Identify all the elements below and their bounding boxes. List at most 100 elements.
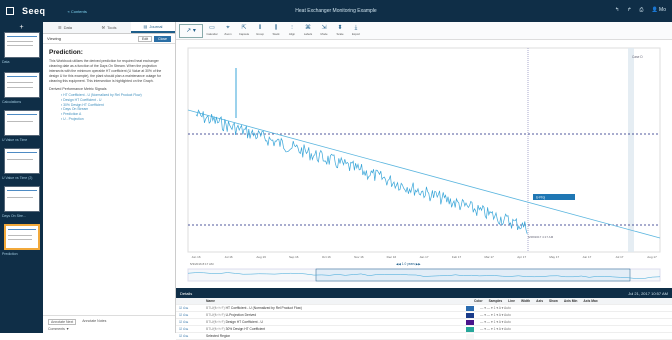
row-controls[interactable]: ☑ ⊙ ▸: [176, 327, 206, 331]
toolbar-scale-button[interactable]: ⬍ Scale: [333, 25, 347, 36]
worksheet-thumb[interactable]: [4, 32, 40, 58]
toolbar-export-button[interactable]: ⤓ Export: [349, 25, 363, 36]
journal-footer: Annotate Next Annotate Notes Comments ▼: [43, 315, 175, 333]
worksheet-thumb[interactable]: [4, 148, 40, 174]
worksheet-label: Data: [2, 60, 10, 64]
worksheet-label: U Value vs Time: [2, 138, 28, 142]
toolbar-calendar-button[interactable]: ▭ Calendar: [205, 25, 219, 36]
workbook-title: Heat Exchanger Monitoring Example: [295, 8, 377, 14]
worksheet-thumb[interactable]: [4, 110, 40, 136]
trend-svg[interactable]: U-Proj Case D 6/28/2017 4:17 AM Jun 16 Jul 1…: [176, 40, 672, 288]
mode-icon: ⇲: [321, 25, 327, 31]
x-tick-label: Feb 17: [452, 255, 462, 259]
table-row[interactable]: ☑ ⊙ ▸ Selected Region: [176, 333, 672, 340]
series-color-swatch[interactable]: [466, 319, 474, 325]
details-header: Details Jul 21, 2017 10:57 AM: [176, 288, 672, 298]
toolbar-capsule-button[interactable]: ⇱ Capsule: [237, 25, 251, 36]
annotate-notes: Annotate Notes: [82, 319, 107, 323]
database-icon: ☰: [57, 25, 62, 30]
worksheet-label: Prediction: [2, 252, 18, 256]
seeq-logo: Seeq: [22, 6, 46, 16]
row-controls[interactable]: ☑ ⊙ ▸: [176, 320, 206, 324]
trend-chart[interactable]: U-Proj Case D 6/28/2017 4:17 AM Jun 16 Jul 1…: [176, 40, 672, 288]
calendar-icon: ▭: [209, 25, 215, 31]
signal-link[interactable]: U - Projection: [61, 117, 169, 122]
series-color-swatch[interactable]: [466, 312, 474, 318]
undo-icon[interactable]: ↰: [615, 7, 619, 13]
tab-data[interactable]: ☰ Data: [43, 22, 87, 33]
export-icon: ⤓: [354, 25, 358, 31]
viewing-label: Viewing: [47, 36, 61, 41]
series-color-swatch[interactable]: [466, 333, 474, 339]
details-table: Name Color Samples Line Width Axis Show Axis Mi…: [176, 298, 672, 340]
journal-viewing-bar: Viewing Edit Close: [43, 34, 175, 44]
edit-button[interactable]: Edit: [138, 35, 153, 42]
header-actions: ↰ ↱ ⎙ 👤 Mo: [615, 7, 666, 13]
table-row[interactable]: ☑ ⊙ ▸ BTU/(ft²·h·F) 30% Design HT Coeffic…: [176, 326, 672, 333]
stack-icon: ⫼: [274, 25, 278, 31]
toolbar-labels-button[interactable]: ⌘ Labels: [301, 25, 315, 36]
row-controls[interactable]: ☑ ⊙ ▸: [176, 306, 206, 310]
toolbar-group-button[interactable]: ⫴ Group: [253, 25, 267, 36]
toolbar-stack-button[interactable]: ⫼ Stack: [269, 25, 283, 36]
details-title: Details: [180, 290, 193, 296]
zoom-icon: ⌖: [226, 25, 230, 31]
table-row[interactable]: ☑ ⊙ ▸ BTU/(ft²·h·F) U-Projection Derived —…: [176, 312, 672, 319]
right-axis-label: Case D: [632, 55, 643, 59]
worksheet-thumb[interactable]: [4, 72, 40, 98]
capsule-shade: [628, 48, 634, 252]
comments-link[interactable]: Comments ▼: [48, 327, 170, 331]
annotate-button[interactable]: Annotate Next: [48, 319, 77, 325]
journal-subheading: Derived Performance Metric Signals: [49, 87, 107, 91]
worksheet-rail: + Data Calculations U Value vs Time U Va…: [0, 22, 43, 333]
toolbar-mode-button[interactable]: ⇲ Mode: [317, 25, 331, 36]
redo-icon[interactable]: ↱: [627, 7, 631, 13]
add-worksheet-icon[interactable]: +: [0, 24, 43, 31]
wrench-icon: ⚒: [101, 25, 106, 30]
worksheet-thumb-active[interactable]: [4, 224, 40, 250]
journal-heading: Prediction:: [49, 49, 83, 56]
trend-toolbar: ↗ ▾ ▭ Calendar ⌖ Zoom ⇱ Capsule ⫴ Group ⫼ Stack ⫶ A…: [176, 22, 672, 40]
x-tick-label: Jul 16: [225, 255, 233, 259]
user-menu[interactable]: 👤 Mo: [651, 7, 666, 13]
worksheet-thumb[interactable]: [4, 186, 40, 212]
worksheet-label: Calculations: [2, 100, 22, 104]
contents-breadcrumb[interactable]: « Contents: [68, 9, 87, 14]
x-tick-label: Mar 17: [484, 255, 494, 259]
x-tick-label: Dec 16: [387, 255, 397, 259]
row-controls[interactable]: ☑ ⊙ ▸: [176, 313, 206, 317]
series-color-swatch[interactable]: [466, 326, 474, 332]
tab-journal[interactable]: ▤ Journal: [131, 22, 175, 33]
toolbar-align-button[interactable]: ⫶ Align: [285, 25, 299, 36]
x-tick-label: Oct 16: [322, 255, 331, 259]
x-tick-label: Jun 17: [582, 255, 591, 259]
labels-icon: ⌘: [305, 25, 311, 31]
align-icon: ⫶: [291, 25, 293, 31]
close-button[interactable]: Close: [154, 35, 171, 42]
table-row[interactable]: ☑ ⊙ ▸ BTU/(ft²·h·F) HT Coefficient - U (N…: [176, 305, 672, 312]
table-row[interactable]: ☑ ⊙ ▸ BTU/(ft²·h·F) Design HT Coefficient…: [176, 319, 672, 326]
series-color-swatch[interactable]: [466, 305, 474, 311]
tab-tools[interactable]: ⚒ Tools: [87, 22, 131, 33]
panel-tabs: ☰ Data ⚒ Tools ▤ Journal: [43, 22, 175, 34]
trend-view: ↗ ▾ ▭ Calendar ⌖ Zoom ⇱ Capsule ⫴ Group ⫼ Stack ⫶ A…: [176, 22, 672, 340]
scale-icon: ⬍: [337, 25, 343, 31]
row-controls[interactable]: ☑ ⊙ ▸: [176, 334, 206, 338]
value-callout-text: U-Proj: [536, 196, 545, 200]
table-header-row: Name Color Samples Line Width Axis Show Axis Mi…: [176, 298, 672, 305]
x-tick-label: Jun 16: [191, 255, 200, 259]
apps-grid-icon[interactable]: [6, 7, 14, 15]
worksheet-label: U Value vs Time (2): [2, 176, 33, 180]
x-tick-label: Nov 16: [354, 255, 364, 259]
worksheet-label: Days On Stre...: [2, 214, 26, 218]
x-tick-label: Apr 17: [517, 255, 526, 259]
print-icon[interactable]: ⎙: [639, 7, 643, 13]
details-range: Jul 21, 2017 10:57 AM: [628, 290, 668, 296]
view-selector[interactable]: ↗ ▾: [179, 23, 203, 38]
top-bar: Seeq « Contents Heat Exchanger Monitorin…: [0, 0, 672, 22]
journal-content: Prediction: This Workbook utilizes the d…: [43, 44, 175, 127]
toolbar-zoom-button[interactable]: ⌖ Zoom: [221, 25, 235, 36]
journal-panel: ☰ Data ⚒ Tools ▤ Journal Viewing Edit Close…: [43, 22, 176, 333]
group-icon: ⫴: [258, 25, 262, 31]
x-tick-label: May 17: [549, 255, 559, 259]
